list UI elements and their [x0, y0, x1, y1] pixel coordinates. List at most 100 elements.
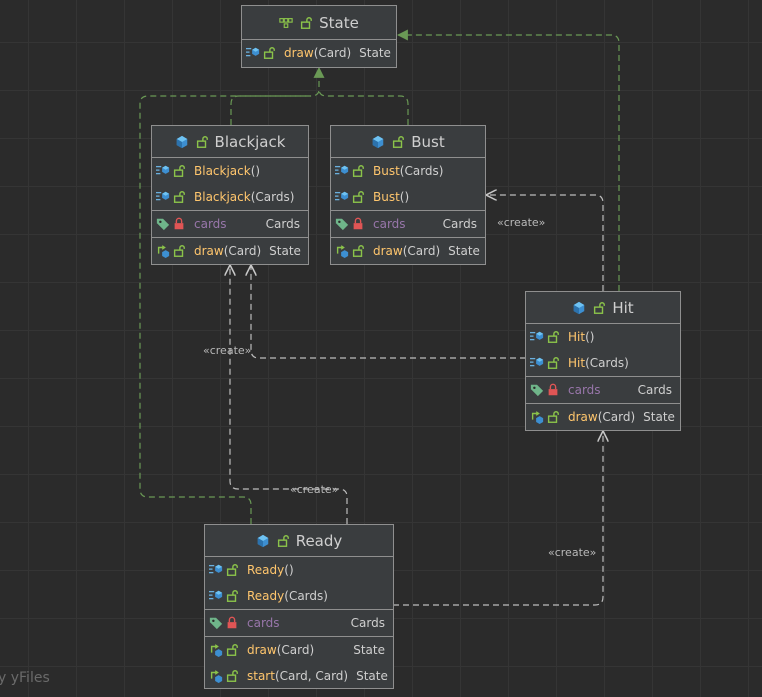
- edge-label-hit-creates-bust: «create»: [497, 216, 546, 229]
- class-icon: [175, 135, 189, 149]
- node-state[interactable]: State draw (Card) State: [241, 5, 397, 68]
- field-row[interactable]: cards Cards: [331, 211, 485, 237]
- constructor-row[interactable]: Bust (Cards): [331, 158, 485, 184]
- method-section: draw (Card) State: [152, 238, 308, 264]
- method-row[interactable]: start (Card, Card) State: [205, 663, 393, 689]
- method-row[interactable]: draw (Card) State: [331, 238, 485, 264]
- constructor-row[interactable]: Ready(): [205, 557, 393, 583]
- constructor-row[interactable]: Hit (Cards): [526, 350, 680, 376]
- constructor-name: Hit: [568, 330, 586, 344]
- row-icons: [209, 563, 247, 577]
- lock-closed-icon: [172, 217, 186, 231]
- method-params: (Card): [313, 46, 352, 60]
- return-type: Cards: [350, 616, 385, 630]
- constructor-params: (): [585, 330, 595, 344]
- node-title: Hit: [612, 298, 634, 317]
- node-title: Bust: [411, 132, 445, 151]
- return-type: Cards: [442, 217, 477, 231]
- method-name: draw: [247, 643, 277, 657]
- lock-open-icon: [225, 669, 239, 683]
- constructor-row[interactable]: Ready (Cards): [205, 583, 393, 609]
- return-type: Cards: [637, 383, 672, 397]
- constructor-params: (Cards): [284, 589, 328, 603]
- constructor-params: (): [399, 190, 410, 204]
- interface-icon: [279, 16, 293, 30]
- method-row[interactable]: draw (Card) State: [526, 404, 680, 430]
- method-row[interactable]: draw (Card) State: [242, 40, 396, 66]
- member-list-icon: [156, 190, 170, 204]
- method-name: draw: [284, 46, 314, 60]
- field-tag-icon: [335, 217, 349, 231]
- constructor-section: Bust (Cards) Bust(): [331, 158, 485, 211]
- constructor-params: (Cards): [585, 356, 629, 370]
- member-list-icon: [335, 190, 349, 204]
- method-row[interactable]: draw (Card) State: [205, 637, 393, 663]
- field-row[interactable]: cards Cards: [205, 610, 393, 636]
- method-name: draw: [373, 244, 403, 258]
- node-ready[interactable]: Ready Ready() Ready (Cards) cards Cards draw (C…: [204, 524, 394, 689]
- field-row[interactable]: cards Cards: [526, 377, 680, 403]
- constructor-row[interactable]: Blackjack (Cards): [152, 184, 308, 210]
- method-row[interactable]: draw (Card) State: [152, 238, 308, 264]
- override-method-icon: [209, 643, 223, 657]
- lock-open-icon: [225, 589, 239, 603]
- row-icons: [156, 217, 194, 231]
- row-icons: [156, 190, 194, 204]
- class-icon: [572, 301, 586, 315]
- lock-open-icon: [195, 135, 209, 149]
- field-row[interactable]: cards Cards: [152, 211, 308, 237]
- constructor-params: (Cards): [250, 190, 295, 204]
- row-icons: [246, 46, 284, 60]
- constructor-params: (): [284, 563, 294, 577]
- member-list-icon: [209, 589, 223, 603]
- lock-closed-icon: [546, 383, 560, 397]
- method-params: (Card): [223, 244, 262, 258]
- override-method-icon: [530, 410, 544, 424]
- node-title: State: [319, 13, 359, 32]
- yfiles-watermark: y yFiles: [0, 670, 50, 686]
- field-name: cards: [568, 383, 601, 397]
- constructor-name: Ready: [247, 589, 285, 603]
- field-section: cards Cards: [331, 211, 485, 238]
- node-bust[interactable]: Bust Bust (Cards) Bust() cards Cards draw (Card…: [330, 125, 486, 265]
- lock-open-icon: [225, 563, 239, 577]
- constructor-name: Blackjack: [194, 190, 251, 204]
- field-tag-icon: [156, 217, 170, 231]
- lock-open-icon: [172, 244, 186, 258]
- node-title: Ready: [295, 531, 343, 550]
- lock-open-icon: [225, 643, 239, 657]
- node-blackjack[interactable]: Blackjack Blackjack () Blackjack (Cards) ca…: [151, 125, 309, 265]
- lock-open-icon: [351, 164, 365, 178]
- row-icons: [335, 164, 373, 178]
- lock-open-icon: [391, 135, 405, 149]
- constructor-name: Ready: [247, 563, 285, 577]
- return-type: State: [356, 669, 388, 683]
- constructor-name: Bust: [373, 164, 400, 178]
- field-tag-icon: [209, 616, 223, 630]
- return-type: State: [353, 643, 385, 657]
- node-header: Hit: [526, 292, 680, 324]
- field-section: cards Cards: [205, 610, 393, 637]
- edge-label-ready-creates-hit: «create»: [548, 546, 597, 559]
- lock-open-icon: [351, 244, 365, 258]
- node-header: State: [242, 6, 396, 40]
- node-header: Bust: [331, 126, 485, 158]
- constructor-section: Ready() Ready (Cards): [205, 557, 393, 610]
- member-list-icon: [335, 164, 349, 178]
- member-list-icon: [246, 46, 260, 60]
- return-type: State: [448, 244, 480, 258]
- field-name: cards: [247, 616, 280, 630]
- constructor-row[interactable]: Blackjack (): [152, 158, 308, 184]
- member-list-icon: [209, 563, 223, 577]
- row-icons: [335, 217, 373, 231]
- override-method-icon: [335, 244, 349, 258]
- member-list-icon: [530, 356, 544, 370]
- constructor-row[interactable]: Bust(): [331, 184, 485, 210]
- edge-label-ready-creates-blackjack: «create»: [290, 483, 339, 496]
- constructor-row[interactable]: Hit(): [526, 324, 680, 350]
- constructor-name: Blackjack: [194, 164, 251, 178]
- field-tag-icon: [530, 383, 544, 397]
- node-hit[interactable]: Hit Hit() Hit (Cards) cards Cards draw (Card) St…: [525, 291, 681, 431]
- class-icon: [371, 135, 385, 149]
- override-method-icon: [209, 669, 223, 683]
